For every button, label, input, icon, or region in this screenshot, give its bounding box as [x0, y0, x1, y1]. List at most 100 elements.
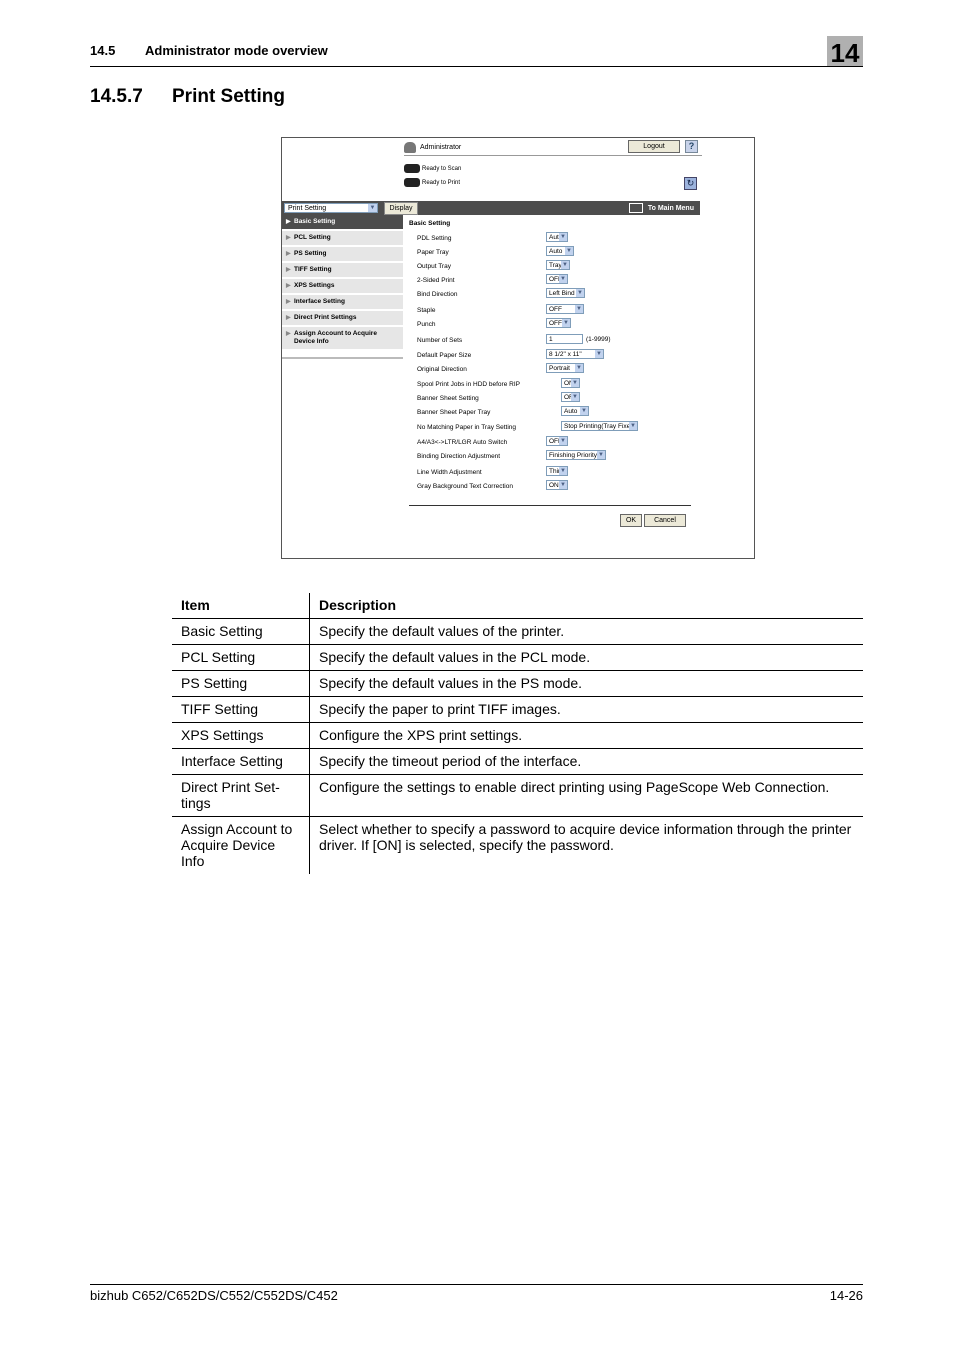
- form-row: Staple OFF ▼: [409, 304, 700, 318]
- field-label: Bind Direction: [417, 291, 458, 298]
- setting-select[interactable]: Auto ▼: [561, 406, 589, 416]
- scanner-icon: [404, 164, 420, 173]
- field-label: A4/A3<->LTR/LGR Auto Switch: [417, 439, 508, 446]
- page-footer: bizhub C652/C652DS/C552/C552DS/C452 14-2…: [90, 1284, 863, 1303]
- setting-select[interactable]: OFF▼: [546, 436, 568, 446]
- arrow-right-icon: ▶: [286, 235, 291, 241]
- sidebar-item-tiff-setting[interactable]: ▶ TIFF Setting: [282, 263, 403, 279]
- form-row: Bind Direction Left Bind ▼: [409, 288, 700, 302]
- table-row: Assign Account to Acquire Device Info Sel…: [172, 816, 863, 874]
- cancel-button[interactable]: Cancel: [644, 514, 686, 527]
- sidebar-item-assign-account[interactable]: ▶ Assign Account to Acquire Device Info: [282, 327, 403, 351]
- sidebar-item-direct-print-settings[interactable]: ▶ Direct Print Settings: [282, 311, 403, 327]
- chevron-down-icon: ▼: [629, 422, 637, 430]
- chevron-down-icon: ▼: [580, 407, 588, 415]
- table-row: TIFF Setting Specify the paper to print T…: [172, 696, 863, 723]
- field-label: Original Direction: [417, 366, 467, 373]
- chevron-down-icon: ▼: [575, 364, 583, 372]
- setting-select[interactable]: 8 1/2" x 11" ▼: [546, 349, 604, 359]
- form-row: Paper Tray Auto ▼: [409, 246, 700, 260]
- field-label: Banner Sheet Paper Tray: [417, 409, 491, 416]
- form-row: Number of Sets 1 (1-9999): [409, 334, 700, 348]
- setting-select[interactable]: Finishing Priority ▼: [546, 450, 606, 460]
- chevron-down-icon: ▼: [565, 247, 573, 255]
- arrow-right-icon: ▶: [286, 299, 291, 305]
- setting-select[interactable]: OFF▼: [546, 304, 584, 314]
- sidebar-item-xps-settings[interactable]: ▶ XPS Settings: [282, 279, 403, 295]
- item-cell: XPS Settings: [172, 722, 310, 749]
- setting-select[interactable]: Auto ▼: [546, 232, 568, 242]
- form-row: Banner Sheet Paper Tray Auto ▼: [409, 406, 700, 420]
- description-cell: Specify the default values in the PCL mo…: [309, 644, 863, 671]
- arrow-right-icon: ▶: [286, 219, 291, 225]
- table-header-row: Item Description: [172, 593, 863, 619]
- description-cell: Select whether to specify a password to …: [319, 821, 852, 853]
- field-label: Punch: [417, 321, 436, 328]
- item-cell: TIFF Setting: [172, 696, 310, 723]
- column-header-description: Description: [309, 593, 863, 619]
- table-row: XPS Settings Configure the XPS print sett…: [172, 722, 863, 749]
- page-number: 14-26: [829, 1288, 863, 1303]
- chevron-down-icon: ▼: [561, 261, 569, 269]
- logout-button[interactable]: Logout: [628, 140, 680, 153]
- main-menu-icon: [628, 203, 643, 213]
- page-title: 14.5.7 Print Setting: [90, 86, 285, 108]
- help-icon[interactable]: ?: [685, 140, 698, 153]
- scanner-status: Ready to Scan: [404, 164, 461, 173]
- field-label: Staple: [417, 307, 436, 314]
- section-title: Administrator mode overview: [145, 43, 328, 58]
- basic-setting-form: Basic Setting PDL Setting Auto ▼ Paper Tray…: [409, 220, 700, 490]
- setting-select[interactable]: Auto ▼: [546, 246, 574, 256]
- sidebar-item-pcl-setting[interactable]: ▶ PCL Setting: [282, 231, 403, 247]
- item-cell: Assign Account to Acquire Device Info: [172, 816, 310, 874]
- chapter-badge: 14: [827, 36, 863, 68]
- menu-select[interactable]: Print Setting ▼: [284, 203, 378, 213]
- section-number: 14.5: [90, 43, 116, 58]
- to-main-menu-link[interactable]: To Main Menu: [628, 203, 694, 214]
- ok-button[interactable]: OK: [620, 514, 642, 527]
- form-row: Line Width Adjustment Thin ▼: [409, 466, 700, 480]
- description-cell: Configure the XPS print settings.: [309, 722, 863, 749]
- table-row: Interface Setting Specify the timeout per…: [172, 748, 863, 775]
- arrow-right-icon: ▶: [286, 315, 291, 321]
- form-row: Output Tray Tray 2 ▼: [409, 260, 700, 274]
- range-hint: (1-9999): [586, 336, 611, 343]
- setting-select[interactable]: OFF▼: [546, 318, 571, 328]
- setting-select[interactable]: Stop Printing(Tray Fixed) ▼: [561, 421, 638, 431]
- item-cell: Basic Setting: [172, 618, 310, 645]
- description-cell: Specify the paper to print TIFF images.: [309, 696, 863, 723]
- description-cell: Specify the default values in the PS mod…: [309, 670, 863, 697]
- item-cell: PCL Setting: [172, 644, 310, 671]
- chevron-down-icon: ▼: [595, 350, 603, 358]
- arrow-right-icon: ▶: [286, 251, 291, 257]
- form-row: Default Paper Size 8 1/2" x 11" ▼: [409, 349, 700, 363]
- setting-select[interactable]: Tray 2 ▼: [546, 260, 570, 270]
- title-text: Print Setting: [172, 86, 285, 107]
- sidebar-item-interface-setting[interactable]: ▶ Interface Setting: [282, 295, 403, 311]
- chevron-down-icon: ▼: [559, 437, 567, 445]
- sidebar-item-ps-setting[interactable]: ▶ PS Setting: [282, 247, 403, 263]
- setting-select[interactable]: OFF▼: [561, 392, 580, 402]
- setting-select[interactable]: ON ▼: [561, 378, 580, 388]
- chevron-down-icon: ▼: [576, 289, 584, 297]
- field-label: Spool Print Jobs in HDD before RIP: [417, 381, 520, 388]
- setting-select[interactable]: Portrait ▼: [546, 363, 584, 373]
- setting-select[interactable]: ON ▼: [546, 480, 568, 490]
- table-row: Basic Setting Specify the default values …: [172, 618, 863, 645]
- field-label: Gray Background Text Correction: [417, 483, 513, 490]
- form-heading: Basic Setting: [409, 220, 451, 227]
- refresh-icon[interactable]: ↻: [684, 177, 697, 190]
- sidebar-item-basic-setting[interactable]: ▶ Basic Setting: [282, 215, 403, 231]
- chevron-down-icon: ▼: [571, 393, 579, 401]
- setting-select[interactable]: OFF▼: [546, 274, 568, 284]
- model-name: bizhub C652/C652DS/C552/C552DS/C452: [90, 1288, 338, 1303]
- setting-select[interactable]: Left Bind ▼: [546, 288, 585, 298]
- item-cell: PS Setting: [172, 670, 310, 697]
- number-of-sets-input[interactable]: 1: [546, 334, 583, 344]
- field-label: PDL Setting: [417, 235, 452, 242]
- arrow-right-icon: ▶: [286, 331, 291, 337]
- setting-select[interactable]: Thin ▼: [546, 466, 568, 476]
- form-row: 2-Sided Print OFF ▼: [409, 274, 700, 288]
- display-button[interactable]: Display: [384, 202, 418, 215]
- form-row: Original Direction Portrait ▼: [409, 363, 700, 377]
